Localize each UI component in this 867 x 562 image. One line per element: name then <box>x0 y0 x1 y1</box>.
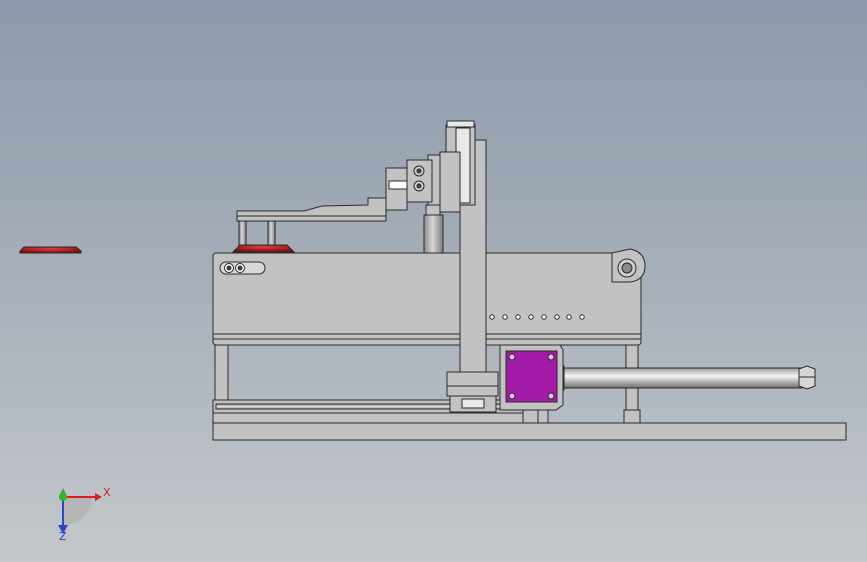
linear-rail[interactable] <box>212 399 549 424</box>
adjustment-slot[interactable] <box>219 261 266 275</box>
carriage-block[interactable] <box>446 371 499 413</box>
triad-shading <box>63 497 93 526</box>
main-housing[interactable] <box>212 252 642 346</box>
servo-motor[interactable] <box>505 350 558 403</box>
red-workpiece-left[interactable] <box>19 246 82 254</box>
base-plate[interactable] <box>212 422 847 441</box>
actuator-rod[interactable] <box>555 365 816 391</box>
red-workpiece-top[interactable] <box>231 244 296 253</box>
z-axis-label: Z <box>59 530 67 543</box>
gripper-arm[interactable] <box>236 197 387 222</box>
axis-triad <box>58 488 102 534</box>
pivot-bearing[interactable] <box>611 248 646 283</box>
y-arrowhead-icon <box>59 488 67 496</box>
leg-right-foot[interactable] <box>623 409 641 424</box>
gripper-head[interactable] <box>385 151 461 216</box>
model-viewport[interactable]: X Z <box>0 0 867 562</box>
x-arrowhead-icon <box>95 493 102 501</box>
cad-model[interactable] <box>0 0 867 562</box>
x-axis-label: X <box>103 486 111 499</box>
pneumatic-cylinder[interactable] <box>423 214 444 254</box>
